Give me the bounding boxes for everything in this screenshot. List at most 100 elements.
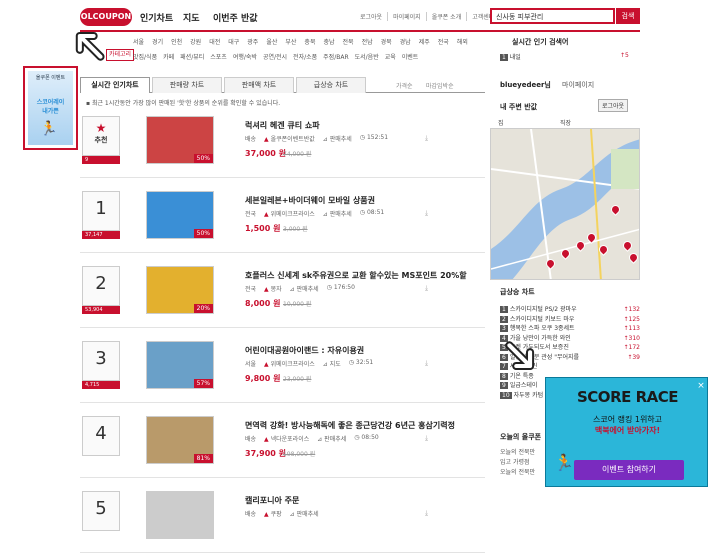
product-tag[interactable]: ⊿ 판매추세: [323, 134, 352, 143]
sort-price[interactable]: 가격순: [396, 81, 413, 90]
tab-sales-amount[interactable]: 판매액 차트: [224, 77, 294, 93]
product-thumbnail[interactable]: 81%: [146, 416, 214, 464]
region-item[interactable]: 대전: [209, 37, 220, 46]
sort-deadline[interactable]: 마감임박순: [426, 81, 454, 90]
rank-number: 5: [95, 498, 107, 519]
region-item[interactable]: 경남: [400, 37, 411, 46]
region-item[interactable]: 서울: [133, 37, 144, 46]
product-title[interactable]: 캘리포니아 주문: [245, 495, 299, 506]
nav-map[interactable]: 지도: [183, 11, 200, 24]
search-input[interactable]: 신사동 피부관리: [490, 8, 615, 24]
today-item[interactable]: 입고 가령점: [500, 458, 535, 468]
hot-item-count: ↑113: [623, 325, 640, 332]
map-tab-home[interactable]: 집: [498, 118, 504, 127]
product-original-price: 74,000 원: [283, 151, 312, 158]
map-tab-work[interactable]: 직장: [560, 118, 571, 127]
nav-popular-chart[interactable]: 인기차트: [140, 11, 173, 24]
product-tag[interactable]: ⊿ 판매추세: [323, 209, 352, 218]
product-seller[interactable]: ▲ 몽자: [264, 284, 282, 293]
region-item[interactable]: 광주: [247, 37, 258, 46]
product-row[interactable]: 1 37,147 50% 세븐일레븐+바이더웨이 모바일 상품권 전국 ▲ 위메이크프라이…: [80, 187, 485, 253]
tab-sales-volume[interactable]: 판매량 차트: [152, 77, 222, 93]
product-thumbnail[interactable]: 50%: [146, 191, 214, 239]
product-title[interactable]: 세븐일레븐+바이더웨이 모바일 상품권: [245, 195, 375, 206]
search-button[interactable]: 검색: [616, 8, 640, 24]
region-item[interactable]: 경북: [381, 37, 392, 46]
tab-realtime[interactable]: 실시간 인기차트: [80, 77, 150, 93]
product-price: 8,000 원: [245, 299, 281, 308]
product-title[interactable]: 럭셔리 헤겐 큐티 쇼파: [245, 120, 320, 131]
category-item[interactable]: 공연/전시: [263, 52, 287, 61]
download-icon[interactable]: ⤓: [425, 134, 428, 143]
region-item[interactable]: 대구: [228, 37, 239, 46]
product-seller[interactable]: ▲ 위메이크프라이스: [264, 209, 315, 218]
hot-chart-item[interactable]: 2 스카이디지털 키보드 마우 ↑125: [500, 315, 640, 325]
product-thumbnail[interactable]: 57%: [146, 341, 214, 389]
product-seller[interactable]: ▲ 올쿠폰이벤트반값: [264, 134, 315, 143]
region-item[interactable]: 충북: [304, 37, 315, 46]
nav-half-price[interactable]: 이번주 반값: [213, 11, 258, 24]
product-row[interactable]: 4 81% 면역력 강화! 방사능해독에 좋은 종근당건강 6년근 홍삼기력정 배송 ▲…: [80, 412, 485, 478]
region-item[interactable]: 해외: [457, 37, 468, 46]
region-item[interactable]: 강원: [190, 37, 201, 46]
product-seller[interactable]: ▲ 위메이크프라이스: [264, 359, 315, 368]
chart-tabs: 실시간 인기차트 판매량 차트 판매액 차트 급상승 차트: [80, 77, 485, 93]
today-item[interactable]: 오늘의 전북만: [500, 448, 535, 458]
download-icon[interactable]: ⤓: [425, 284, 428, 293]
region-item[interactable]: 제주: [419, 37, 430, 46]
mypage-link-right[interactable]: 마이페이지: [562, 80, 594, 90]
product-tag[interactable]: ⊿ 지도: [323, 359, 341, 368]
region-item[interactable]: 전남: [362, 37, 373, 46]
category-item[interactable]: 맛집/식품: [133, 52, 157, 61]
product-meta: 배송 ▲ 넥다운포라이스 ⊿ 판매추세 ◷ 08:50: [245, 434, 379, 443]
product-seller[interactable]: ▲ 넥다운포라이스: [264, 434, 309, 443]
download-icon[interactable]: ⤓: [425, 209, 428, 218]
region-item[interactable]: 울산: [266, 37, 277, 46]
nearby-map[interactable]: [490, 128, 640, 280]
product-tag[interactable]: ⊿ 판매추세: [290, 284, 319, 293]
product-title[interactable]: 어린이대공원아이랜드 : 자유이용권: [245, 345, 364, 356]
product-thumbnail[interactable]: 50%: [146, 116, 214, 164]
product-seller[interactable]: ▲ 쿠팡: [264, 509, 282, 518]
category-item[interactable]: 전자/소품: [293, 52, 317, 61]
product-title[interactable]: 호플러스 신세계 sk주유권으로 교환 할수있는 MS포인트 20%할: [245, 270, 467, 281]
hot-chart-item[interactable]: 1 스카이디지털 PS/2 광마우 ↑132: [500, 305, 640, 315]
product-tag[interactable]: ⊿ 판매추세: [317, 434, 346, 443]
today-item[interactable]: 오늘의 전북만: [500, 468, 535, 478]
download-icon[interactable]: ⤓: [425, 359, 428, 368]
left-event-banner[interactable]: 올쿠폰 이벤트 스코어레이 내가쁜 🏃: [23, 66, 78, 150]
product-title[interactable]: 면역력 강화! 방사능해독에 좋은 종근당건강 6년근 홍삼기력정: [245, 420, 455, 431]
tab-rising[interactable]: 급상승 차트: [296, 77, 366, 93]
category-item[interactable]: 주점/BAR: [323, 52, 348, 61]
category-item[interactable]: 카페: [163, 52, 174, 61]
download-icon[interactable]: ⤓: [425, 434, 428, 443]
product-row[interactable]: 2 53,904 20% 호플러스 신세계 sk주유권으로 교환 할수있는 MS포인트…: [80, 262, 485, 328]
about-link[interactable]: 올쿠폰 소개: [425, 12, 467, 21]
product-row[interactable]: 3 4,715 57% 어린이대공원아이랜드 : 자유이용권 서울 ▲ 위메이크프라이스 ⊿…: [80, 337, 485, 403]
product-thumbnail[interactable]: [146, 491, 214, 539]
category-item[interactable]: 스포츠: [210, 52, 227, 61]
product-row[interactable]: 5 캘리포니아 주문 배송 ▲ 쿠팡 ⊿ 판매추세 ⤓: [80, 487, 485, 553]
product-row[interactable]: ★ 추천 9 50% 럭셔리 헤겐 큐티 쇼파 배송 ▲ 올쿠폰이벤트반값 ⊿ 판매추세 ◷ 1…: [80, 112, 485, 178]
search-rank-item[interactable]: 1 내일: [500, 52, 521, 61]
category-item[interactable]: 교육: [385, 52, 396, 61]
category-item[interactable]: 패션/뷰티: [180, 52, 204, 61]
hot-item-count: ↑172: [623, 344, 640, 351]
region-item[interactable]: 인천: [171, 37, 182, 46]
region-item[interactable]: 전북: [343, 37, 354, 46]
event-join-button[interactable]: 이벤트 참여하기: [574, 460, 684, 480]
category-item[interactable]: 여행/숙박: [233, 52, 257, 61]
category-item[interactable]: 도서/음반: [355, 52, 379, 61]
category-item[interactable]: 이벤트: [402, 52, 419, 61]
region-item[interactable]: 충남: [323, 37, 334, 46]
product-tag[interactable]: ⊿ 판매추세: [290, 509, 319, 518]
region-item[interactable]: 경기: [152, 37, 163, 46]
mypage-link[interactable]: 마이페이지: [387, 12, 426, 21]
logout-button[interactable]: 로그아웃: [598, 99, 629, 112]
region-item[interactable]: 전국: [438, 37, 449, 46]
region-item[interactable]: 부산: [285, 37, 296, 46]
product-thumbnail[interactable]: 20%: [146, 266, 214, 314]
download-icon[interactable]: ⤓: [425, 509, 428, 518]
discount-badge: 81%: [193, 454, 213, 463]
logout-link[interactable]: 로그아웃: [355, 12, 387, 21]
